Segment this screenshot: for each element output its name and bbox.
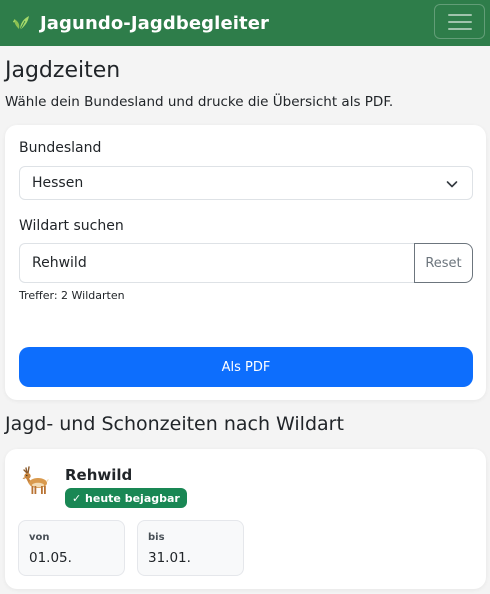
season-start-box: von 01.05. (18, 520, 125, 576)
section-title: Jagd- und Schonzeiten nach Wildart (5, 413, 344, 435)
search-input[interactable] (19, 243, 415, 283)
pdf-export-button[interactable]: Als PDF (19, 347, 473, 387)
hits-count: Treffer: 2 Wildarten (19, 289, 125, 302)
page-title: Jagdzeiten (5, 58, 121, 83)
page-subtitle: Wähle dein Bundesland und drucke die Übe… (5, 94, 394, 110)
brand-link[interactable]: Jagundo-Jagdbegleiter (11, 0, 269, 46)
state-select-value: Hessen (32, 175, 84, 191)
state-label: Bundesland (19, 140, 102, 156)
season-start-label: von (29, 532, 50, 543)
search-label: Wildart suchen (19, 218, 124, 234)
hamburger-menu-icon (447, 13, 472, 31)
season-start-value: 01.05. (29, 550, 72, 566)
state-select[interactable]: Hessen (19, 166, 473, 200)
deer-icon (20, 464, 52, 496)
brand-title: Jagundo-Jagdbegleiter (40, 12, 270, 34)
season-end-label: bis (148, 532, 165, 543)
menu-toggle-button[interactable] (434, 4, 485, 39)
chevron-down-icon (446, 181, 458, 188)
season-end-value: 31.01. (148, 550, 191, 566)
game-name: Rehwild (65, 466, 133, 484)
search-input-group: Reset (19, 243, 473, 283)
status-badge: ✓ heute bejagbar (65, 488, 187, 508)
season-end-box: bis 31.01. (137, 520, 244, 576)
leaf-icon (11, 13, 31, 33)
navbar: Jagundo-Jagdbegleiter (0, 0, 490, 46)
filter-card: Bundesland Hessen Wildart suchen Reset T… (5, 125, 486, 400)
result-card: Rehwild ✓ heute bejagbar von 01.05. bis … (5, 449, 486, 589)
reset-button[interactable]: Reset (414, 243, 473, 283)
